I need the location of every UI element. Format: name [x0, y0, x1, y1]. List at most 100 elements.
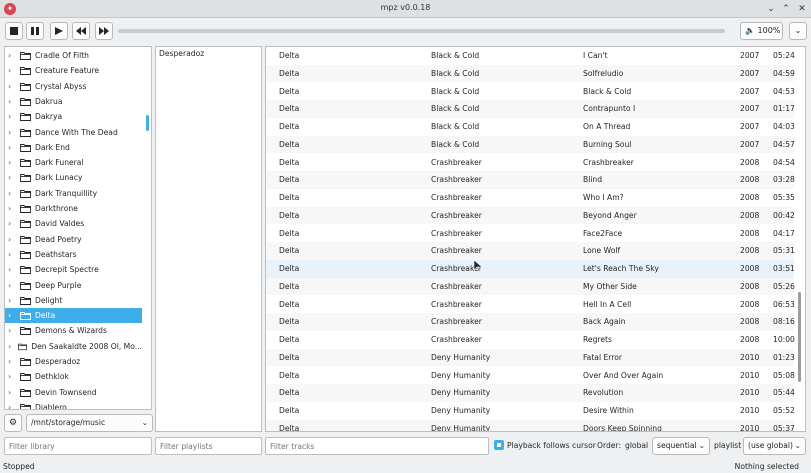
track-row[interactable]: Delta Black & Cold Contrapunto I 2007 01:17 [266, 100, 795, 118]
stop-button[interactable] [5, 22, 23, 40]
library-settings-button[interactable]: ⚙ [4, 414, 22, 432]
chevron-right-icon[interactable]: › [8, 342, 15, 351]
library-item-label: Den Saakaldte 2008 Ol, Mo... [31, 341, 142, 351]
track-row[interactable]: Delta Black & Cold Solfreludio 2007 04:59 [266, 64, 795, 83]
library-item[interactable]: › Dakrua [5, 94, 142, 109]
library-item[interactable]: › Delight [5, 293, 142, 308]
chevron-right-icon[interactable]: › [8, 204, 17, 213]
chevron-right-icon[interactable]: › [8, 97, 17, 106]
track-row[interactable]: Delta Crashbreaker Lone Wolf 2008 05:31 [266, 242, 795, 260]
library-item[interactable]: › Cradle Of Filth [5, 48, 142, 63]
volume-button[interactable]: 🔈 100% [740, 22, 783, 40]
library-item[interactable]: › Den Saakaldte 2008 Ol, Mo... [5, 339, 142, 354]
previous-button[interactable] [72, 22, 90, 40]
track-row[interactable]: Delta Deny Humanity Fatal Error 2010 01:23 [266, 348, 795, 367]
library-item[interactable]: › Darkthrone [5, 201, 142, 216]
library-tree[interactable]: › Cradle Of Filth › Creature Feature › Crysta… [4, 46, 152, 410]
chevron-right-icon[interactable]: › [8, 128, 17, 137]
tracks-list[interactable]: Delta Black & Cold I Can't 2007 05:24 Delta Bl… [265, 46, 806, 432]
track-album: Crashbreaker [431, 175, 482, 185]
library-item[interactable]: › Diablero [5, 400, 142, 409]
chevron-right-icon[interactable]: › [8, 388, 17, 397]
library-item[interactable]: › Crystal Abyss [5, 79, 142, 94]
playlists-list[interactable]: Desperadoz [155, 46, 262, 432]
next-button[interactable] [95, 22, 113, 40]
track-row[interactable]: Delta Crashbreaker Face2Face 2008 04:17 [266, 225, 795, 243]
library-item[interactable]: › Dethklok [5, 369, 142, 384]
library-item[interactable]: › Dead Poetry [5, 232, 142, 247]
seek-slider[interactable] [118, 29, 725, 33]
chevron-right-icon[interactable]: › [8, 66, 17, 75]
chevron-right-icon[interactable]: › [8, 82, 17, 91]
track-row[interactable]: Delta Crashbreaker Who I Am? 2008 05:35 [266, 189, 795, 207]
track-row[interactable]: Delta Black & Cold I Can't 2007 05:24 [266, 47, 795, 65]
tracks-filter-input[interactable] [265, 437, 489, 455]
library-item[interactable]: › Devin Townsend [5, 385, 142, 400]
track-row[interactable]: Delta Crashbreaker Crashbreaker 2008 04:54 [266, 154, 795, 172]
chevron-right-icon[interactable]: › [8, 112, 17, 121]
chevron-right-icon[interactable]: › [8, 158, 17, 167]
chevron-right-icon[interactable]: › [8, 311, 17, 320]
track-album: Black & Cold [431, 122, 480, 131]
track-artist: Delta [279, 175, 300, 185]
folder-icon [20, 250, 31, 259]
order-select[interactable]: sequential ⌄ [652, 437, 710, 455]
library-item[interactable]: › Demons & Wizards [5, 323, 142, 338]
library-path-select[interactable]: /mnt/storage/music ⌄ [26, 414, 153, 432]
track-row[interactable]: Delta Crashbreaker My Other Side 2008 05:26 [266, 277, 795, 296]
track-row[interactable]: Delta Crashbreaker Beyond Anger 2008 00:42 [266, 206, 795, 225]
tracks-scrollbar[interactable] [798, 292, 801, 382]
library-item[interactable]: › Dark Funeral [5, 155, 142, 170]
minimize-icon[interactable]: ⌄ [764, 2, 778, 16]
track-row[interactable]: Delta Crashbreaker Hell In A Cell 2008 06:53 [266, 296, 795, 314]
library-item[interactable]: › Dark Tranquillity [5, 186, 142, 201]
track-row[interactable]: Delta Deny Humanity Doors Keep Spinning 201… [266, 419, 795, 431]
library-item[interactable]: › David Valdes [5, 216, 142, 231]
track-row[interactable]: Delta Crashbreaker Blind 2008 03:28 [266, 171, 795, 189]
library-item[interactable]: › Delta [5, 308, 142, 324]
chevron-right-icon[interactable]: › [8, 296, 17, 305]
playlist-item[interactable]: Desperadoz [159, 49, 204, 58]
library-item[interactable]: › Desperadoz [5, 354, 142, 369]
chevron-right-icon[interactable]: › [8, 265, 17, 274]
track-row[interactable]: Delta Crashbreaker Regrets 2008 10:00 [266, 331, 795, 349]
track-row[interactable]: Delta Deny Humanity Desire Within 2010 05:52 [266, 402, 795, 420]
library-item[interactable]: › Dance With The Dead [5, 125, 142, 140]
library-filter-input[interactable] [4, 437, 152, 455]
library-item[interactable]: › Deep Purple [5, 278, 142, 293]
play-button[interactable] [50, 22, 68, 40]
chevron-right-icon[interactable]: › [8, 326, 17, 335]
chevron-right-icon[interactable]: › [8, 403, 17, 409]
track-row[interactable]: Delta Black & Cold Black & Cold 2007 04:53 [266, 83, 795, 101]
library-item[interactable]: › Deathstars [5, 247, 142, 262]
track-row[interactable]: Delta Deny Humanity Revolution 2010 05:44 [266, 384, 795, 402]
library-item[interactable]: › Dark Lunacy [5, 170, 142, 185]
chevron-right-icon[interactable]: › [8, 143, 17, 152]
library-item[interactable]: › Dark End [5, 140, 142, 155]
playback-follows-cursor-checkbox[interactable] [494, 440, 504, 450]
track-row[interactable]: Delta Crashbreaker Let's Reach The Sky 2008… [266, 260, 795, 278]
track-row[interactable]: Delta Black & Cold Burning Soul 2007 04:57 [266, 135, 795, 154]
playlists-filter-input[interactable] [155, 437, 262, 455]
library-item[interactable]: › Creature Feature [5, 63, 142, 78]
chevron-right-icon[interactable]: › [8, 357, 17, 366]
chevron-right-icon[interactable]: › [8, 281, 17, 290]
chevron-right-icon[interactable]: › [8, 250, 17, 259]
chevron-right-icon[interactable]: › [8, 173, 17, 182]
library-scrollbar[interactable] [146, 115, 149, 131]
menu-button[interactable]: ⌄ [789, 22, 807, 40]
chevron-right-icon[interactable]: › [8, 219, 17, 228]
maximize-icon[interactable]: ⌃ [779, 2, 793, 16]
track-row[interactable]: Delta Crashbreaker Back Again 2008 08:16 [266, 313, 795, 331]
chevron-right-icon[interactable]: › [8, 51, 17, 60]
chevron-right-icon[interactable]: › [8, 235, 17, 244]
chevron-right-icon[interactable]: › [8, 372, 17, 381]
playlist-order-select[interactable]: (use global) ⌄ [743, 437, 806, 455]
track-row[interactable]: Delta Deny Humanity Over And Over Again 201… [266, 367, 795, 385]
close-icon[interactable]: ✕ [795, 2, 809, 16]
library-item[interactable]: › Dakrya [5, 109, 142, 124]
library-item[interactable]: › Decrepit Spectre [5, 262, 142, 277]
pause-button[interactable] [26, 22, 44, 40]
track-row[interactable]: Delta Black & Cold On A Thread 2007 04:03 [266, 118, 795, 136]
chevron-right-icon[interactable]: › [8, 189, 17, 198]
